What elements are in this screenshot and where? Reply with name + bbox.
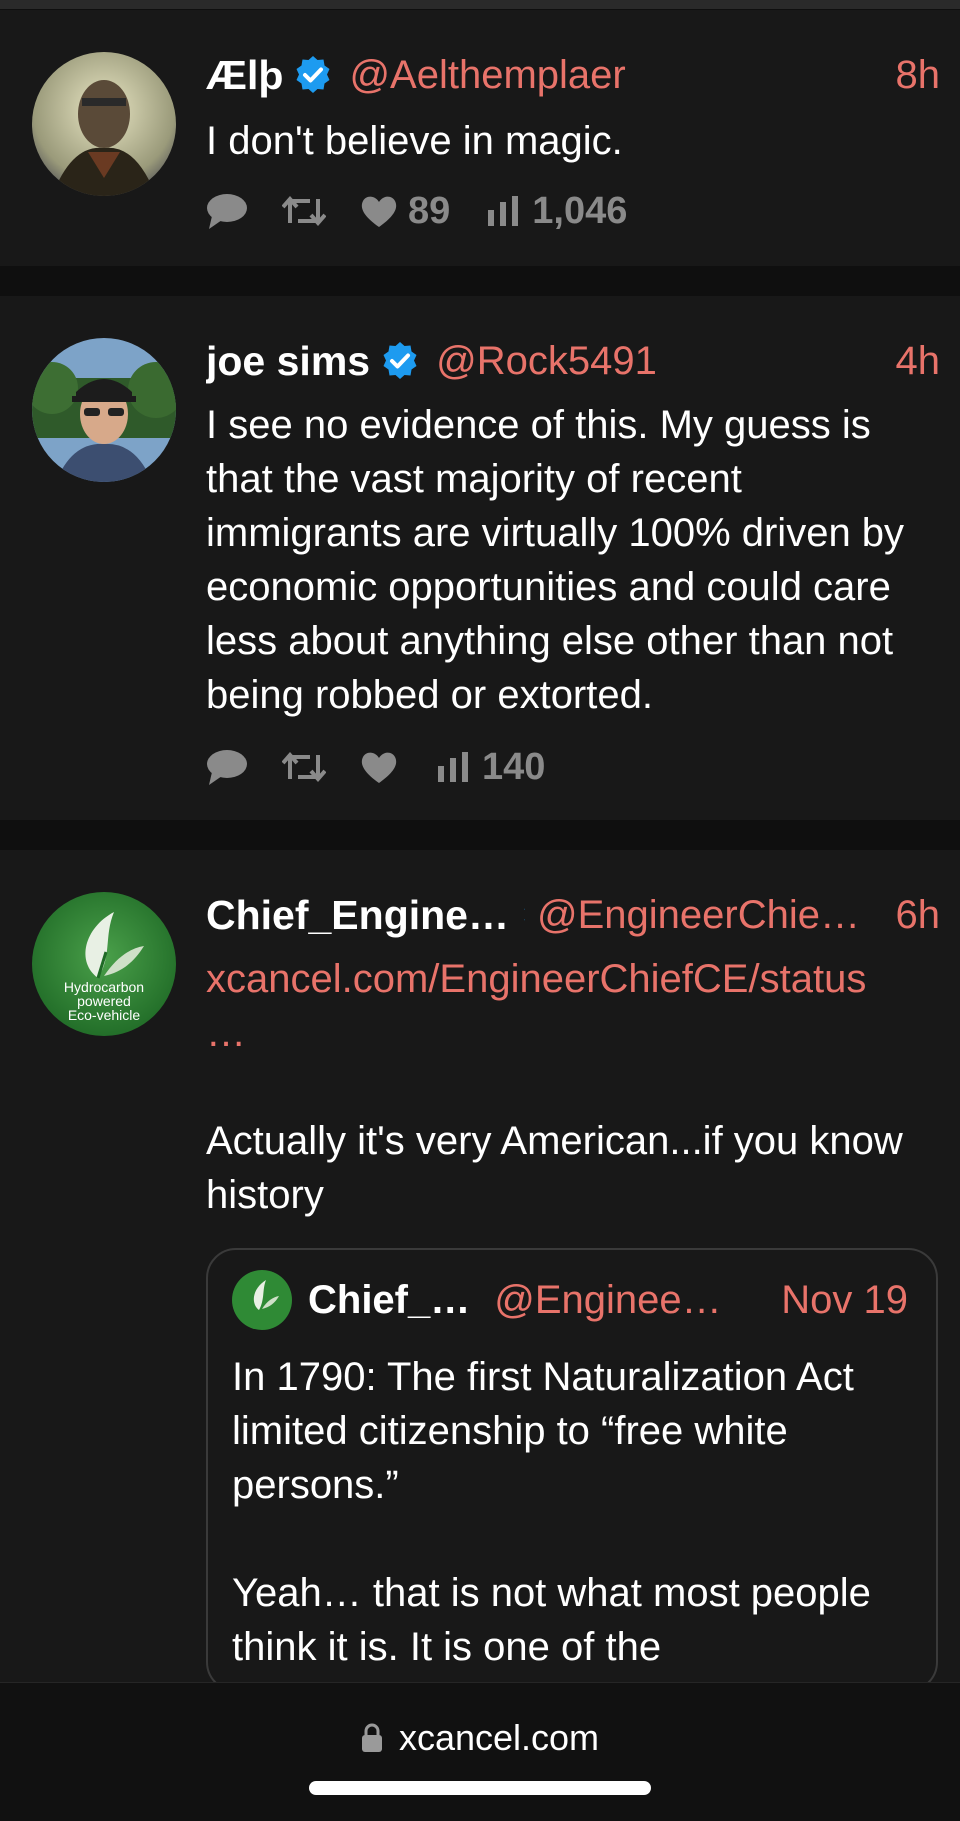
url-row[interactable]: xcancel.com	[0, 1713, 960, 1763]
home-indicator[interactable]	[309, 1781, 651, 1795]
reply-icon	[207, 750, 247, 785]
quote-text: In 1790: The first Naturalization Act li…	[232, 1355, 871, 1669]
tweet-header: Chief_Engine… @EngineerChie… 6h	[206, 890, 940, 940]
top-divider	[0, 0, 960, 9]
like-button[interactable]	[360, 750, 398, 784]
views-button[interactable]: 1,046	[488, 190, 627, 233]
author-name[interactable]: Chief_Engine…	[206, 892, 509, 939]
retweet-button[interactable]	[282, 195, 326, 227]
retweet-icon	[282, 195, 326, 227]
timestamp[interactable]: 4h	[896, 336, 941, 386]
like-count: 89	[408, 189, 451, 232]
avatar[interactable]	[32, 52, 176, 196]
avatar[interactable]	[32, 338, 176, 482]
tweet-header: joe sims @Rock5491 4h	[206, 336, 940, 386]
reply-button[interactable]	[206, 192, 248, 230]
quote-timestamp[interactable]: Nov 19	[781, 1272, 908, 1328]
view-count: 1,046	[532, 189, 628, 232]
verified-icon	[380, 341, 420, 381]
tweet-actions: 140	[206, 742, 545, 792]
quote-author-name[interactable]: Chief_…	[308, 1278, 470, 1323]
like-button[interactable]: 89	[360, 190, 450, 233]
like-icon	[361, 752, 397, 783]
quote-header: Chief_… @Engineer… Nov 19	[232, 1270, 908, 1330]
url-text[interactable]: xcancel.com	[399, 1717, 599, 1759]
author-name[interactable]: joe sims	[206, 338, 370, 385]
browser-address-bar[interactable]: xcancel.com	[0, 1682, 960, 1821]
reply-button[interactable]	[206, 748, 248, 786]
reply-icon	[207, 194, 247, 229]
retweet-icon	[282, 751, 326, 783]
quote-author-handle[interactable]: @Engineer…	[494, 1278, 734, 1323]
tweet-card[interactable]: joe sims @Rock5491 4h I see no evidence …	[0, 296, 960, 820]
view-count: 140	[482, 745, 546, 788]
verified-icon	[521, 895, 525, 935]
author-handle[interactable]: @Aelthemplaer	[349, 53, 625, 98]
timestamp[interactable]: 6h	[896, 890, 941, 940]
retweet-button[interactable]	[282, 751, 326, 783]
views-icon	[438, 752, 468, 782]
timestamp[interactable]: 8h	[896, 50, 941, 100]
views-icon	[488, 196, 519, 226]
author-name[interactable]: Ælþ	[206, 52, 283, 99]
tweet-actions: 89 1,046	[206, 186, 627, 236]
verified-icon	[293, 55, 333, 95]
avatar-text-line: Eco-vehicle	[68, 1007, 141, 1023]
author-handle[interactable]: @Rock5491	[436, 339, 657, 384]
tweet-card[interactable]: Ælþ @Aelthemplaer 8h I don't believe in …	[0, 10, 960, 266]
author-handle[interactable]: @EngineerChie…	[537, 893, 860, 938]
lock-icon	[361, 1723, 382, 1752]
like-icon	[361, 196, 397, 227]
views-button[interactable]: 140	[438, 746, 545, 789]
quoted-tweet[interactable]: Chief_… @Engineer… Nov 19 In 1790: The f…	[206, 1248, 938, 1692]
tweet-header: Ælþ @Aelthemplaer 8h	[206, 50, 940, 100]
tweet-text: I don't believe in magic.	[206, 119, 623, 163]
quote-avatar[interactable]	[232, 1270, 292, 1330]
avatar[interactable]: Hydrocarbon powered Eco-vehicle	[32, 892, 176, 1036]
tweet-text: Actually it's very American...if you kno…	[206, 1119, 914, 1217]
tweet-text: I see no evidence of this. My guess is t…	[206, 403, 916, 717]
status-link[interactable]: xcancel.com/EngineerChiefCE/status …	[206, 952, 940, 1060]
